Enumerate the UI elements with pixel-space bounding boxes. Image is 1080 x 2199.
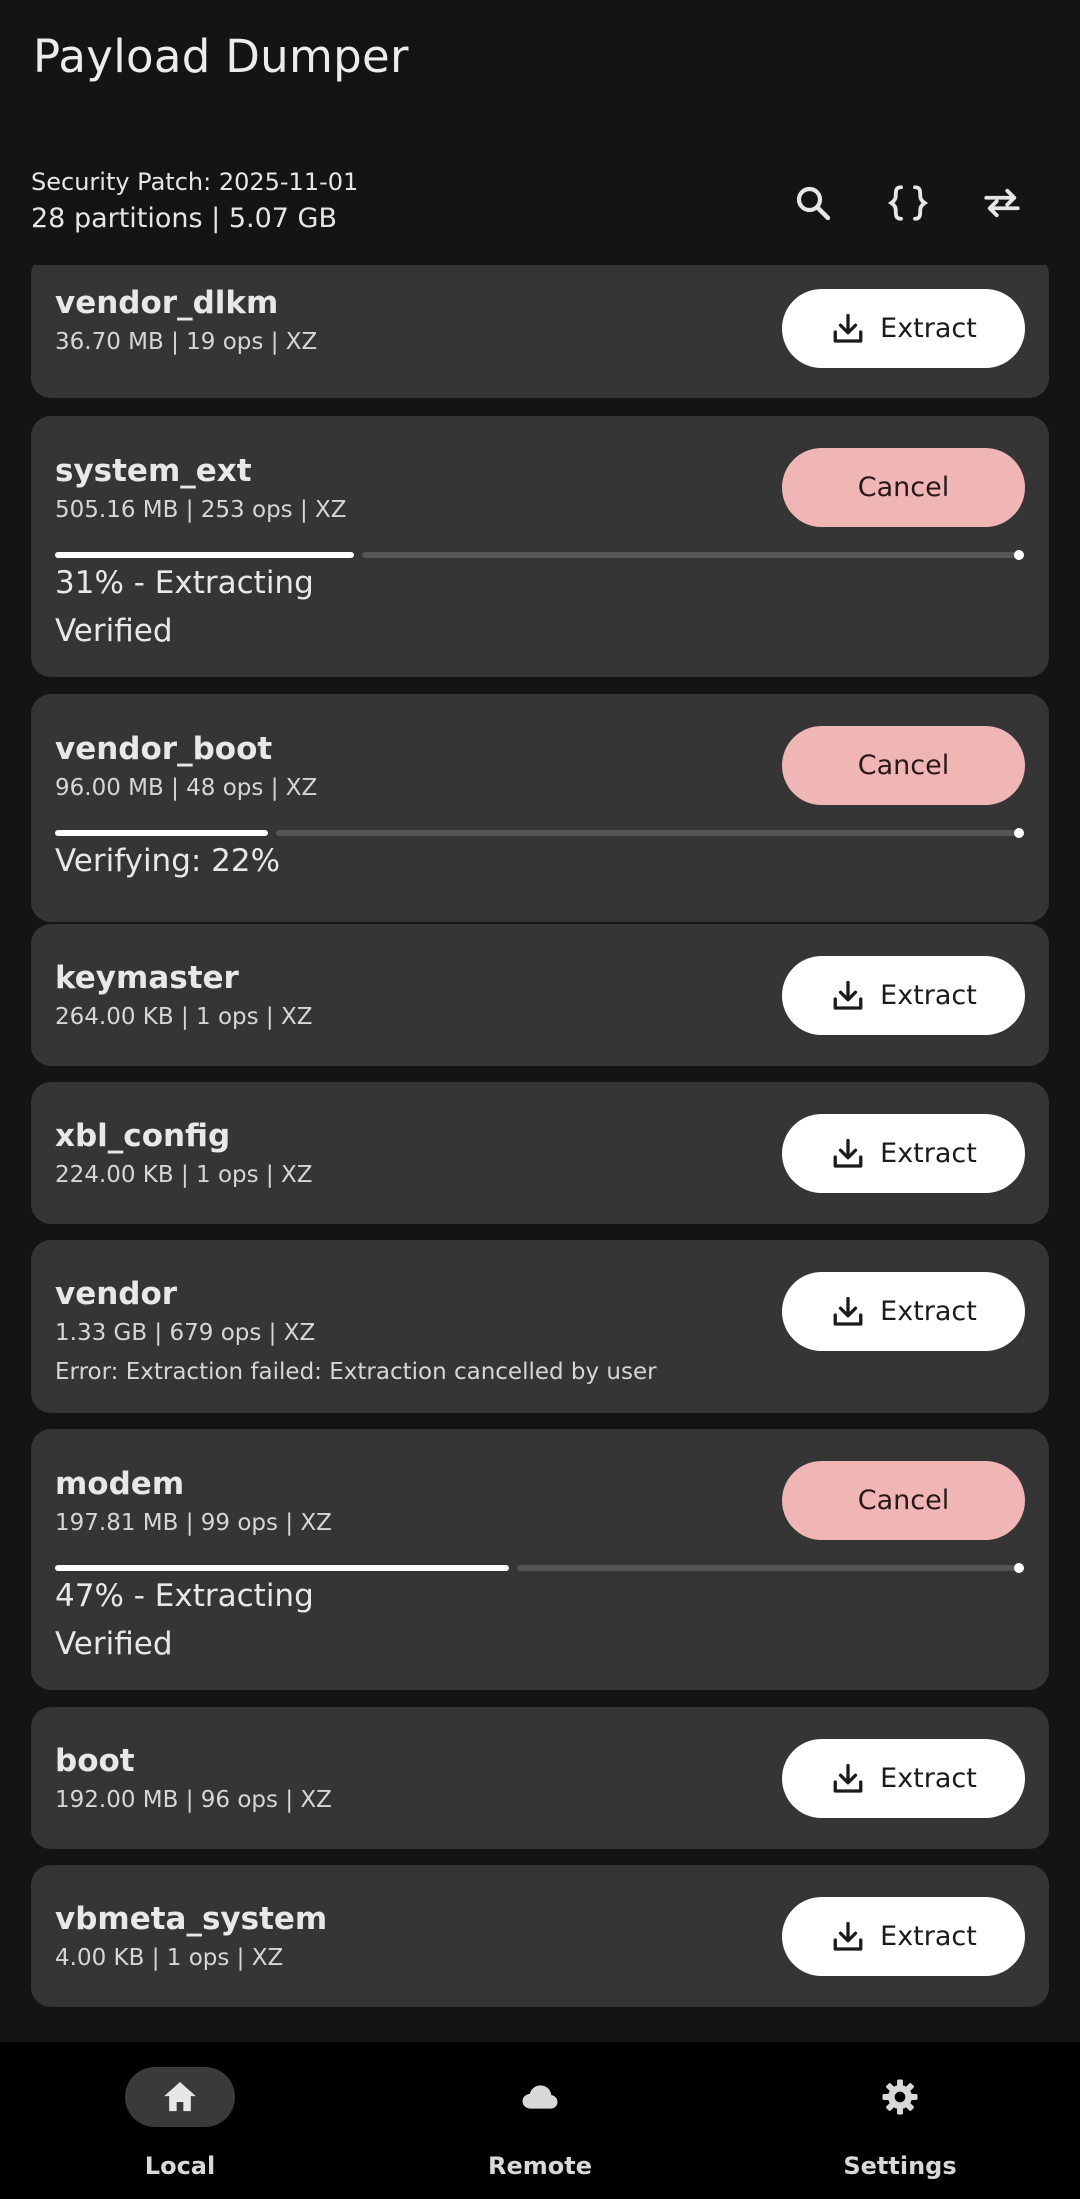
extract-button[interactable]: Extract bbox=[782, 956, 1025, 1035]
cancel-label: Cancel bbox=[857, 472, 950, 503]
partition-card: vbmeta_system 4.00 KB | 1 ops | XZ Extra… bbox=[31, 1865, 1049, 2007]
bottom-nav: Local Remote Settings bbox=[0, 2042, 1080, 2199]
extract-label: Extract bbox=[880, 1138, 977, 1169]
partition-summary: 28 partitions | 5.07 GB bbox=[31, 203, 338, 234]
partition-meta: 4.00 KB | 1 ops | XZ bbox=[55, 1945, 284, 1971]
cancel-label: Cancel bbox=[857, 750, 950, 781]
partition-meta: 264.00 KB | 1 ops | XZ bbox=[55, 1004, 313, 1030]
partition-list[interactable]: vendor_dlkm 36.70 MB | 19 ops | XZ Extra… bbox=[0, 265, 1080, 2042]
partition-card: vendor 1.33 GB | 679 ops | XZ Error: Ext… bbox=[31, 1240, 1049, 1413]
home-icon bbox=[164, 2082, 196, 2112]
nav-item-local[interactable]: Local bbox=[0, 2042, 360, 2199]
error-message: Error: Extraction failed: Extraction can… bbox=[55, 1359, 657, 1385]
nav-pill bbox=[125, 2067, 235, 2127]
partition-name: system_ext bbox=[55, 453, 252, 489]
cancel-button[interactable]: Cancel bbox=[782, 1461, 1025, 1540]
extract-label: Extract bbox=[880, 1296, 977, 1327]
partition-card: modem 197.81 MB | 99 ops | XZ Cancel 47%… bbox=[31, 1429, 1049, 1690]
partition-name: boot bbox=[55, 1743, 135, 1779]
payload-info: Security Patch: 2025-11-01 28 partitions… bbox=[31, 166, 358, 238]
verify-status: Verified bbox=[55, 613, 173, 649]
partition-name: modem bbox=[55, 1466, 185, 1502]
download-icon bbox=[833, 980, 863, 1010]
extract-label: Extract bbox=[880, 1921, 977, 1952]
partition-card: system_ext 505.16 MB | 253 ops | XZ Canc… bbox=[31, 416, 1049, 677]
verify-status: Verified bbox=[55, 1626, 173, 1662]
extract-button[interactable]: Extract bbox=[782, 1272, 1025, 1351]
progress-bar bbox=[55, 828, 1024, 838]
extract-button[interactable]: Extract bbox=[782, 1739, 1025, 1818]
partition-card: vendor_boot 96.00 MB | 48 ops | XZ Cance… bbox=[31, 694, 1049, 922]
nav-label: Local bbox=[144, 2152, 216, 2180]
partition-meta: 96.00 MB | 48 ops | XZ bbox=[55, 775, 318, 801]
nav-pill bbox=[845, 2067, 955, 2127]
partition-card: boot 192.00 MB | 96 ops | XZ Extract bbox=[31, 1707, 1049, 1849]
download-icon bbox=[833, 1763, 863, 1793]
app-bar: Payload Dumper Security Patch: 2025-11-0… bbox=[0, 0, 1080, 265]
nav-item-remote[interactable]: Remote bbox=[360, 2042, 720, 2199]
download-icon bbox=[833, 1296, 863, 1326]
partition-meta: 505.16 MB | 253 ops | XZ bbox=[55, 497, 347, 523]
partition-name: vendor_boot bbox=[55, 731, 273, 767]
extract-label: Extract bbox=[880, 980, 977, 1011]
partition-meta: 1.33 GB | 679 ops | XZ bbox=[55, 1320, 316, 1346]
extract-label: Extract bbox=[880, 313, 977, 344]
progress-status: 31% - Extracting bbox=[55, 565, 314, 601]
gear-icon bbox=[882, 2079, 918, 2115]
partition-meta: 224.00 KB | 1 ops | XZ bbox=[55, 1162, 313, 1188]
partition-name: xbl_config bbox=[55, 1118, 231, 1154]
nav-pill bbox=[485, 2067, 595, 2127]
braces-icon[interactable] bbox=[883, 178, 933, 228]
partition-card: keymaster 264.00 KB | 1 ops | XZ Extract bbox=[31, 924, 1049, 1066]
download-icon bbox=[833, 1921, 863, 1951]
progress-bar bbox=[55, 1563, 1024, 1573]
partition-name: keymaster bbox=[55, 960, 239, 996]
download-icon bbox=[833, 1138, 863, 1168]
extract-button[interactable]: Extract bbox=[782, 1114, 1025, 1193]
partition-card: vendor_dlkm 36.70 MB | 19 ops | XZ Extra… bbox=[31, 265, 1049, 398]
partition-meta: 192.00 MB | 96 ops | XZ bbox=[55, 1787, 332, 1813]
nav-label: Remote bbox=[487, 2152, 592, 2180]
nav-item-settings[interactable]: Settings bbox=[720, 2042, 1080, 2199]
swap-icon[interactable] bbox=[977, 178, 1027, 228]
download-icon bbox=[833, 313, 863, 343]
cancel-label: Cancel bbox=[857, 1485, 950, 1516]
cloud-icon bbox=[522, 2085, 558, 2109]
partition-meta: 36.70 MB | 19 ops | XZ bbox=[55, 329, 318, 355]
partition-name: vendor_dlkm bbox=[55, 285, 279, 321]
partition-card: xbl_config 224.00 KB | 1 ops | XZ Extrac… bbox=[31, 1082, 1049, 1224]
app-title: Payload Dumper bbox=[33, 30, 409, 83]
security-patch: Security Patch: 2025-11-01 bbox=[31, 168, 359, 196]
nav-label: Settings bbox=[843, 2152, 957, 2180]
partition-meta: 197.81 MB | 99 ops | XZ bbox=[55, 1510, 332, 1536]
partition-name: vbmeta_system bbox=[55, 1901, 328, 1937]
search-icon[interactable] bbox=[788, 178, 838, 228]
progress-bar bbox=[55, 550, 1024, 560]
progress-status: Verifying: 22% bbox=[55, 843, 281, 879]
progress-status: 47% - Extracting bbox=[55, 1578, 314, 1614]
extract-label: Extract bbox=[880, 1763, 977, 1794]
extract-button[interactable]: Extract bbox=[782, 289, 1025, 368]
partition-name: vendor bbox=[55, 1276, 178, 1312]
cancel-button[interactable]: Cancel bbox=[782, 726, 1025, 805]
extract-button[interactable]: Extract bbox=[782, 1897, 1025, 1976]
cancel-button[interactable]: Cancel bbox=[782, 448, 1025, 527]
